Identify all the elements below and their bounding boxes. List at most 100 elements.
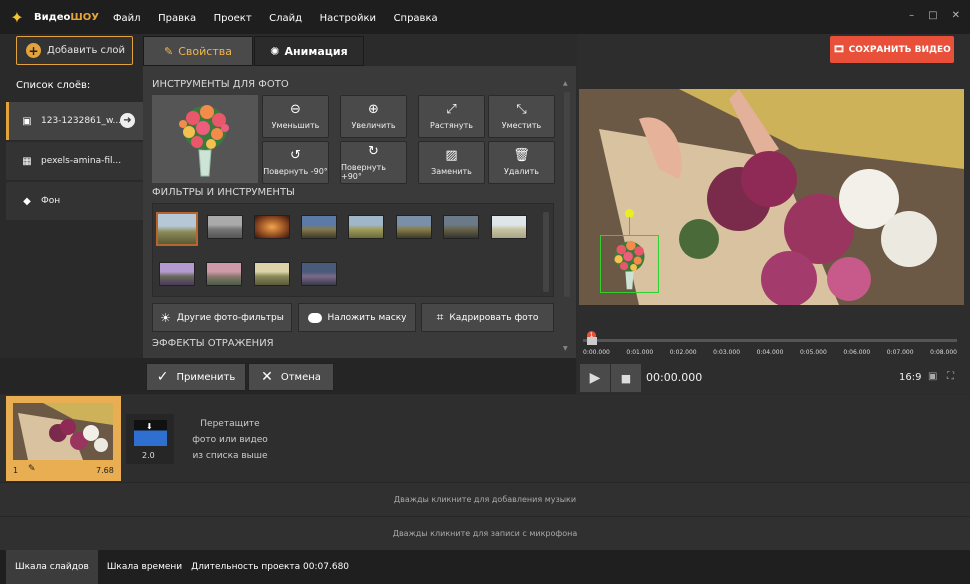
filter-thumbnail[interactable]	[348, 215, 384, 239]
menu-help[interactable]: Справка	[394, 13, 438, 24]
maximize-button[interactable]: □	[928, 10, 937, 21]
tool-label: Уменьшить	[271, 121, 320, 130]
transition-item[interactable]: ⬇ 2.0	[126, 414, 174, 464]
layer-item-background[interactable]: ◆ Фон	[6, 182, 143, 220]
delete-button[interactable]: 🗑 Удалить	[488, 141, 555, 184]
filter-thumbnail[interactable]	[159, 262, 195, 286]
fit-icon: ⤡	[516, 102, 527, 117]
filter-thumbnail[interactable]	[254, 262, 290, 286]
filter-thumbnail[interactable]	[396, 215, 432, 239]
bouquet-image	[179, 105, 229, 177]
replace-icon: ▨	[445, 148, 458, 163]
play-button[interactable]: ▶	[580, 364, 610, 392]
stop-button[interactable]: ■	[611, 364, 641, 392]
tab-properties[interactable]: ✎ Свойства	[143, 36, 253, 66]
layer-thumbnail	[152, 95, 258, 183]
rotate-right-button[interactable]: ↻ Повернуть +90°	[340, 141, 407, 184]
tool-label: Растянуть	[430, 121, 473, 130]
rotate-left-icon: ↺	[290, 148, 301, 163]
arrow-right-icon[interactable]: ➜	[120, 113, 135, 128]
tab-slides-scale[interactable]: Шкала слайдов	[6, 550, 98, 584]
layer-item-video[interactable]: ▦ pexels-amina-fil...	[6, 142, 143, 180]
zoom-in-icon: ⊕	[368, 102, 379, 117]
menu-bar: Файл Правка Проект Слайд Настройки Справ…	[113, 11, 452, 24]
filter-thumbnail[interactable]	[443, 215, 479, 239]
transition-duration: 2.0	[142, 451, 155, 460]
slide-item[interactable]: 1 ✎ 7.68	[6, 396, 121, 481]
microphone-hint: Дважды кликните для записи с микрофона	[392, 529, 578, 538]
close-button[interactable]: ✕	[952, 10, 960, 21]
tab-animation[interactable]: ✺ Анимация	[254, 36, 364, 66]
snapshot-icon[interactable]: ▣	[928, 371, 937, 382]
tick-labels: 0:00.000 0:01.000 0:02.000 0:03.000 0:04…	[583, 349, 957, 356]
scroll-down-icon[interactable]: ▼	[563, 345, 568, 352]
replace-button[interactable]: ▨ Заменить	[418, 141, 485, 184]
filter-thumbnail[interactable]	[301, 215, 337, 239]
music-track[interactable]: Дважды кликните для добавления музыки	[0, 482, 970, 516]
properties-icon: ✎	[164, 44, 174, 58]
layer-item-image[interactable]: ▣ 123-1232861_w... ➜	[6, 102, 143, 140]
pencil-icon[interactable]: ✎	[28, 464, 36, 474]
apply-mask-button[interactable]: Наложить маску	[298, 303, 416, 332]
tick-label: 0:04.000	[756, 349, 784, 356]
other-filters-button[interactable]: ☀ Другие фото-фильтры	[152, 303, 292, 332]
zoom-out-icon: ⊖	[290, 102, 301, 117]
tick-label: 0:06.000	[843, 349, 871, 356]
save-video-button[interactable]: 🎞 СОХРАНИТЬ ВИДЕО	[830, 36, 954, 63]
menu-slide[interactable]: Слайд	[269, 13, 302, 24]
filter-thumbnail[interactable]	[254, 215, 290, 239]
tick-label: 0:08.000	[930, 349, 957, 356]
crop-photo-button[interactable]: ⌗ Кадрировать фото	[421, 303, 554, 332]
crop-icon: ⌗	[436, 310, 444, 324]
video-preview[interactable]	[579, 89, 964, 305]
filter-thumbnail[interactable]	[491, 215, 527, 239]
stretch-button[interactable]: ⤢ Растянуть	[418, 95, 485, 138]
scroll-up-icon[interactable]: ▲	[563, 80, 568, 87]
menu-settings[interactable]: Настройки	[320, 13, 376, 24]
timeline-track	[583, 339, 957, 342]
zoom-in-button[interactable]: ⊕ Увеличить	[340, 95, 407, 138]
add-layer-button[interactable]: + Добавить слой	[16, 36, 133, 65]
playhead[interactable]	[587, 337, 597, 345]
tick-label: 0:05.000	[799, 349, 827, 356]
drop-hint: Перетащите фото или видео из списка выше	[192, 419, 268, 461]
apply-button[interactable]: ✓ Применить	[146, 363, 246, 391]
layer-label: 123-1232861_w...	[41, 116, 122, 126]
tool-label: Повернуть -90°	[263, 167, 328, 176]
zoom-out-button[interactable]: ⊖ Уменьшить	[262, 95, 329, 138]
microphone-track[interactable]: Дважды кликните для записи с микрофона	[0, 516, 970, 550]
filters-scrollbar[interactable]	[543, 212, 549, 292]
tool-label: Уместить	[501, 121, 542, 130]
filter-thumbnail[interactable]	[156, 212, 198, 246]
tick-label: 0:07.000	[886, 349, 914, 356]
menu-file[interactable]: Файл	[113, 13, 141, 24]
image-icon: ▣	[22, 115, 32, 127]
tab-label: Анимация	[284, 44, 348, 58]
filter-thumbnail[interactable]	[206, 262, 242, 286]
filter-thumbnail[interactable]	[301, 262, 337, 286]
rotate-left-button[interactable]: ↺ Повернуть -90°	[262, 141, 329, 184]
timeline-ruler[interactable]: 1 0:00.000 0:01.000 0:02.000 0:03.000 0:…	[583, 331, 957, 361]
fullscreen-icon[interactable]: ⛶	[947, 371, 954, 382]
tool-label: Повернуть +90°	[341, 162, 386, 181]
fit-button[interactable]: ⤡ Уместить	[488, 95, 555, 138]
menu-project[interactable]: Проект	[214, 13, 252, 24]
tool-label: Увеличить	[351, 121, 396, 130]
button-label: Другие фото-фильтры	[176, 312, 284, 323]
minimize-button[interactable]: –	[909, 10, 914, 21]
project-duration: Длительность проекта 00:07.680	[191, 562, 350, 572]
slide-image	[13, 403, 113, 460]
filter-thumbnail[interactable]	[207, 215, 243, 239]
tab-time-scale[interactable]: Шкала времени	[98, 550, 191, 584]
properties-scrollbar[interactable]	[564, 92, 570, 297]
selection-box[interactable]	[600, 235, 659, 293]
check-icon: ✓	[156, 369, 169, 385]
app-logo-icon: ✦	[10, 7, 24, 27]
layers-list-title: Список слоёв:	[16, 80, 91, 91]
music-hint: Дважды кликните для добавления музыки	[393, 495, 577, 504]
slide-number: 1	[13, 466, 19, 475]
aspect-ratio[interactable]: 16:9	[899, 372, 921, 383]
cancel-button[interactable]: ✕ Отмена	[248, 363, 334, 391]
menu-edit[interactable]: Правка	[158, 13, 196, 24]
tick-label: 0:02.000	[669, 349, 697, 356]
